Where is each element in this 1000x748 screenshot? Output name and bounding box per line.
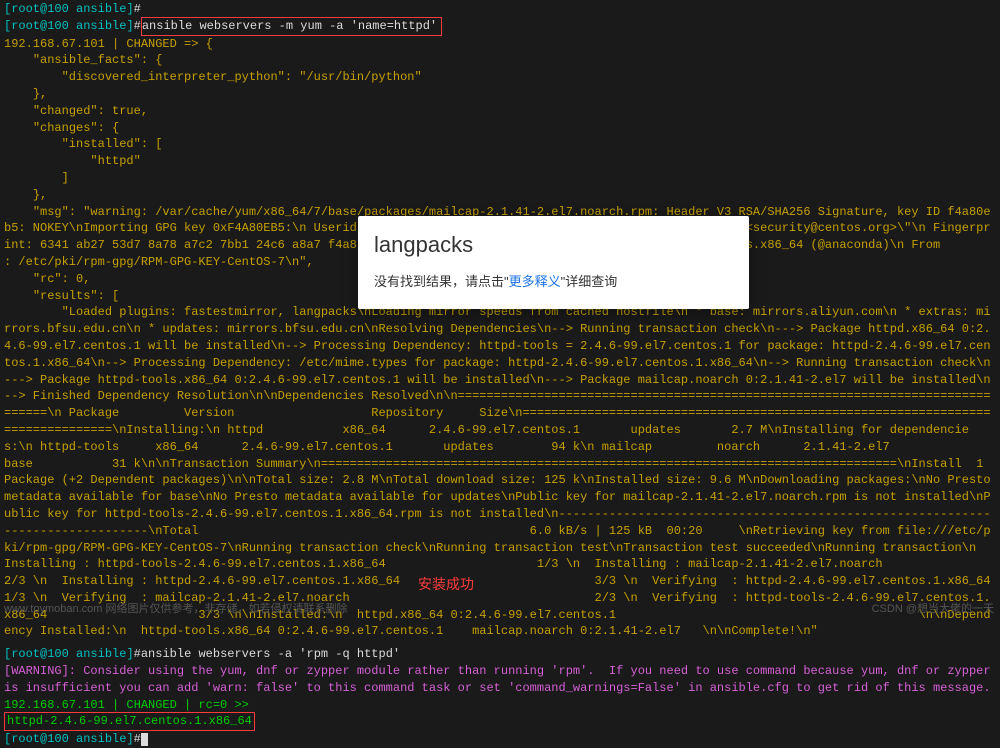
tooltip-title: langpacks — [374, 230, 733, 261]
watermark-footer: www.toymoban.com 网络图片仅供参考，非存储，如若侵权请联系删除 … — [4, 602, 994, 617]
output2-result: httpd-2.4.6-99.el7.centos.1.x86_64 — [4, 713, 996, 731]
command-2: ansible webservers -a 'rpm -q httpd' — [141, 647, 400, 661]
watermark-right: CSDN @想当大佬的一天 — [872, 602, 994, 617]
prompt-line-4[interactable]: [root@100 ansible]# — [4, 731, 996, 748]
prompt-line-1[interactable]: [root@100 ansible]# — [4, 1, 996, 18]
annotation-success: 安装成功 — [418, 575, 474, 595]
prompt-line-3[interactable]: [root@100 ansible]#ansible webservers -a… — [4, 646, 996, 663]
dictionary-tooltip[interactable]: langpacks 没有找到结果，请点击"更多释义"详细查询 — [358, 216, 749, 309]
tooltip-body: 没有找到结果，请点击"更多释义"详细查询 — [374, 273, 733, 291]
watermark-left: www.toymoban.com 网络图片仅供参考，非存储，如若侵权请联系删除 — [4, 602, 347, 617]
prompt-line-2[interactable]: [root@100 ansible]#ansible webservers -m… — [4, 18, 996, 36]
tooltip-more-link[interactable]: 更多释义 — [509, 274, 561, 289]
output-host-status: 192.168.67.101 | CHANGED => { — [4, 36, 996, 53]
terminal-output: [root@100 ansible]# [root@100 ansible]#a… — [4, 1, 996, 748]
cursor — [141, 733, 148, 746]
command-1: ansible webservers -m yum -a 'name=httpd… — [142, 19, 437, 33]
output-results: "Loaded plugins: fastestmirror, langpack… — [4, 304, 996, 640]
warning-line: [WARNING]: Consider using the yum, dnf o… — [4, 663, 996, 697]
output2-status: 192.168.67.101 | CHANGED | rc=0 >> — [4, 697, 996, 714]
